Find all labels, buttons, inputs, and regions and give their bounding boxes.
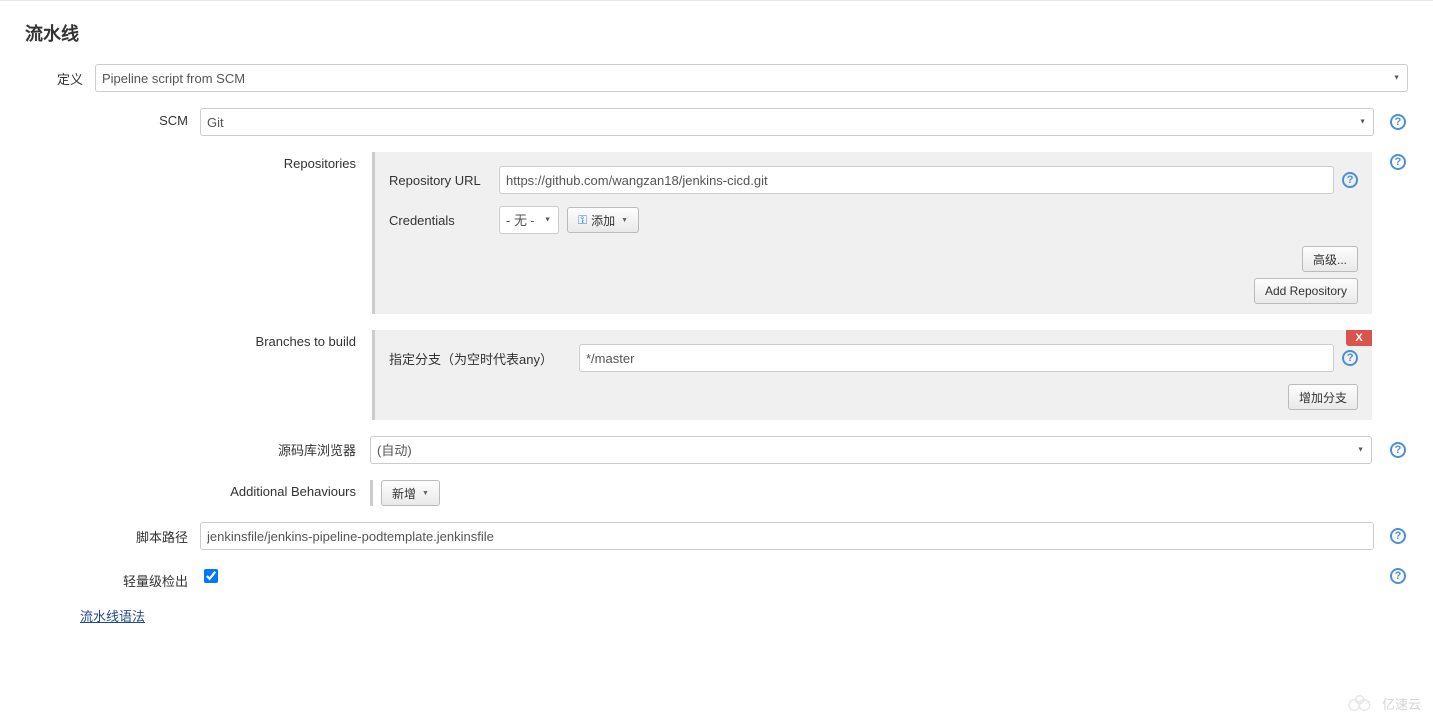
select-repo-browser[interactable]: (自动) (370, 436, 1372, 464)
delete-branch-button[interactable]: X (1346, 330, 1372, 346)
label-scm: SCM (25, 108, 200, 128)
label-repo-browser: 源码库浏览器 (200, 436, 370, 459)
branches-group: X 指定分支（为空时代表any） ? 增加分支 (372, 330, 1372, 420)
label-script-path: 脚本路径 (25, 522, 200, 546)
label-lightweight: 轻量级检出 (25, 566, 200, 590)
help-icon[interactable]: ? (1390, 528, 1406, 544)
advanced-button[interactable]: 高级... (1302, 246, 1358, 272)
row-repo-browser: 源码库浏览器 (自动) ? (200, 436, 1408, 464)
input-branch-spec[interactable] (579, 344, 1334, 372)
help-icon[interactable]: ? (1342, 172, 1358, 188)
help-icon[interactable]: ? (1342, 350, 1358, 366)
select-scm[interactable]: Git (200, 108, 1374, 136)
select-credentials[interactable]: - 无 - (499, 206, 559, 234)
row-script-path: 脚本路径 ? (25, 522, 1408, 550)
select-definition[interactable]: Pipeline script from SCM (95, 64, 1408, 92)
help-icon[interactable]: ? (1390, 154, 1406, 170)
add-credentials-button[interactable]: ⚿ 添加 ▼ (567, 207, 639, 233)
chevron-down-icon: ▼ (422, 490, 429, 497)
label-repo-url: Repository URL (389, 173, 499, 188)
label-branches: Branches to build (200, 330, 370, 349)
help-icon[interactable]: ? (1390, 114, 1406, 130)
watermark: 亿速云 (1344, 693, 1421, 713)
row-repositories: Repositories Repository URL ? Credential… (200, 152, 1408, 314)
key-icon: ⚿ (578, 213, 587, 228)
checkbox-lightweight[interactable] (204, 569, 218, 583)
row-lightweight: 轻量级检出 ? (25, 566, 1408, 590)
help-icon[interactable]: ? (1390, 568, 1406, 584)
watermark-icon (1344, 693, 1378, 713)
section-title: 流水线 (25, 20, 1408, 46)
help-icon[interactable]: ? (1390, 442, 1406, 458)
label-repositories: Repositories (200, 152, 370, 171)
add-branch-button[interactable]: 增加分支 (1288, 384, 1358, 410)
add-repository-button[interactable]: Add Repository (1254, 278, 1358, 304)
chevron-down-icon: ▼ (621, 217, 628, 224)
row-branches: Branches to build X 指定分支（为空时代表any） ? 增加分… (200, 330, 1408, 420)
row-scm: SCM Git ? (25, 108, 1408, 136)
label-branch-spec: 指定分支（为空时代表any） (389, 349, 579, 368)
row-definition: 定义 Pipeline script from SCM (25, 64, 1408, 92)
add-behaviour-button[interactable]: 新增 ▼ (381, 480, 440, 506)
label-definition: 定义 (25, 64, 95, 88)
pipeline-config-page: 流水线 定义 Pipeline script from SCM SCM Git … (0, 0, 1433, 650)
label-credentials: Credentials (389, 213, 499, 228)
pipeline-syntax-link[interactable]: 流水线语法 (80, 609, 145, 624)
input-script-path[interactable] (200, 522, 1374, 550)
label-additional-behaviours: Additional Behaviours (200, 480, 370, 499)
repositories-group: Repository URL ? Credentials - 无 - (372, 152, 1372, 314)
row-additional-behaviours: Additional Behaviours 新增 ▼ (200, 480, 1408, 506)
input-repo-url[interactable] (499, 166, 1334, 194)
